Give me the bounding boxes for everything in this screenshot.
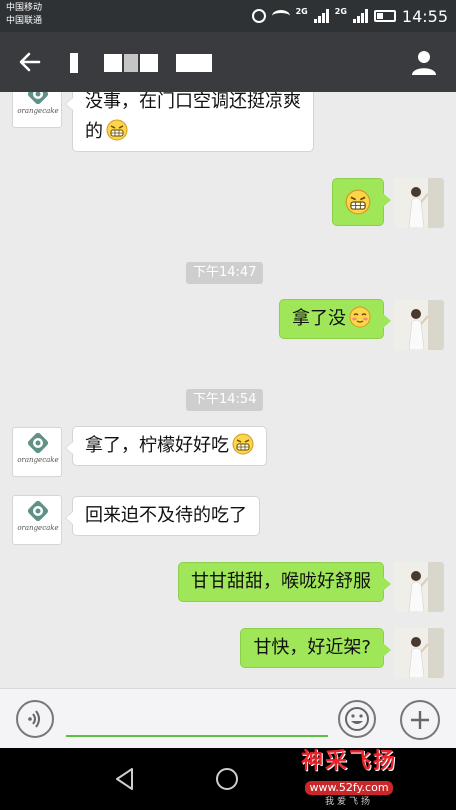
watermark-tagline: 我爱飞扬 bbox=[324, 797, 373, 807]
message-text: 没事，在门口空调还挺凉爽 bbox=[85, 92, 301, 112]
message-list[interactable]: orangecake 没事，在门口空调还挺凉爽 的 下午14:47 拿了没 下午… bbox=[0, 92, 456, 688]
message-timestamp: 下午14:47 bbox=[186, 262, 264, 284]
nav-home-button[interactable] bbox=[214, 766, 240, 796]
network-type-1: 2G bbox=[295, 6, 308, 16]
message-bubble-incoming[interactable]: 回来迫不及待的吃了 bbox=[65, 496, 260, 536]
back-triangle-icon bbox=[116, 768, 133, 790]
self-avatar[interactable] bbox=[394, 628, 444, 678]
carrier-1: 中国移动 bbox=[6, 3, 43, 13]
message-bubble-outgoing[interactable] bbox=[332, 178, 391, 226]
self-photo-image bbox=[394, 628, 444, 678]
network-type-2: 2G bbox=[334, 6, 347, 16]
self-avatar[interactable] bbox=[394, 300, 444, 350]
contact-avatar[interactable]: orangecake bbox=[12, 495, 62, 545]
nav-back-button[interactable] bbox=[112, 766, 138, 796]
self-avatar[interactable] bbox=[394, 562, 444, 612]
contact-avatar[interactable]: orangecake bbox=[12, 92, 62, 128]
grin-emoji-icon bbox=[345, 189, 371, 215]
message-input[interactable] bbox=[66, 703, 328, 737]
site-watermark: 神采飞扬 www.52fy.com 我爱飞扬 bbox=[288, 748, 410, 808]
message-text: 回来迫不及待的吃了 bbox=[85, 505, 247, 526]
voice-icon bbox=[28, 710, 40, 728]
message-text: 的 bbox=[85, 121, 103, 142]
message-text: 拿了，柠檬好好吃 bbox=[85, 435, 229, 456]
message-bubble-outgoing[interactable]: 甘快，好近架? bbox=[240, 628, 391, 668]
watermark-url: www.52fy.com bbox=[305, 781, 393, 795]
status-bar: 中国移动 中国联通 2G 2G 14:55 bbox=[0, 0, 456, 32]
more-options-button[interactable] bbox=[400, 700, 440, 740]
emoji-button[interactable] bbox=[338, 700, 376, 738]
contact-logo-image: orangecake bbox=[17, 500, 59, 532]
signal-icon bbox=[352, 9, 368, 23]
message-text: 甘甘甜甜，喉咙好舒服 bbox=[191, 571, 371, 592]
battery-icon bbox=[373, 10, 396, 22]
plus-icon bbox=[411, 711, 429, 729]
message-text: 拿了没 bbox=[292, 308, 346, 329]
message-bubble-outgoing[interactable]: 拿了没 bbox=[279, 299, 391, 339]
contact-logo-image: orangecake bbox=[17, 92, 59, 115]
grin-emoji-icon bbox=[106, 119, 128, 141]
alarm-icon bbox=[251, 9, 266, 23]
status-indicators: 2G 2G 14:55 bbox=[251, 5, 448, 27]
chat-input-bar bbox=[0, 688, 456, 748]
contact-logo-image: orangecake bbox=[17, 432, 59, 464]
voice-input-button[interactable] bbox=[16, 700, 54, 738]
self-avatar[interactable] bbox=[394, 178, 444, 228]
self-photo-image bbox=[394, 178, 444, 228]
svg-text:orangecake: orangecake bbox=[17, 107, 58, 115]
back-button[interactable] bbox=[10, 44, 50, 80]
grin-emoji-icon bbox=[232, 433, 254, 455]
wifi-icon bbox=[271, 10, 290, 22]
message-bubble-incoming[interactable]: 拿了，柠檬好好吃 bbox=[65, 426, 267, 466]
blush-emoji-icon bbox=[349, 306, 371, 328]
message-bubble-outgoing[interactable]: 甘甘甜甜，喉咙好舒服 bbox=[178, 562, 391, 602]
contact-avatar[interactable]: orangecake bbox=[12, 427, 62, 477]
system-nav-bar: 神采飞扬 www.52fy.com 我爱飞扬 bbox=[0, 748, 456, 810]
signal-icon bbox=[313, 9, 329, 23]
emoji-icon bbox=[345, 707, 369, 731]
contact-name-redacted bbox=[70, 52, 214, 74]
person-icon bbox=[412, 51, 436, 75]
carrier-2: 中国联通 bbox=[6, 16, 43, 26]
message-text: 甘快，好近架? bbox=[253, 637, 371, 658]
back-arrow-icon bbox=[19, 52, 41, 72]
clock-time: 14:55 bbox=[401, 6, 448, 26]
self-photo-image bbox=[394, 300, 444, 350]
message-timestamp: 下午14:54 bbox=[186, 389, 264, 411]
watermark-logo: 神采飞扬 bbox=[300, 749, 397, 774]
self-photo-image bbox=[394, 562, 444, 612]
message-bubble-incoming[interactable]: 没事，在门口空调还挺凉爽 的 bbox=[65, 92, 314, 152]
home-circle-icon bbox=[216, 768, 238, 790]
svg-text:orangecake: orangecake bbox=[17, 456, 58, 464]
svg-text:orangecake: orangecake bbox=[17, 524, 58, 532]
chat-title-bar bbox=[0, 32, 456, 92]
chat-info-button[interactable] bbox=[406, 44, 442, 80]
carrier-labels: 中国移动 中国联通 bbox=[6, 2, 42, 28]
